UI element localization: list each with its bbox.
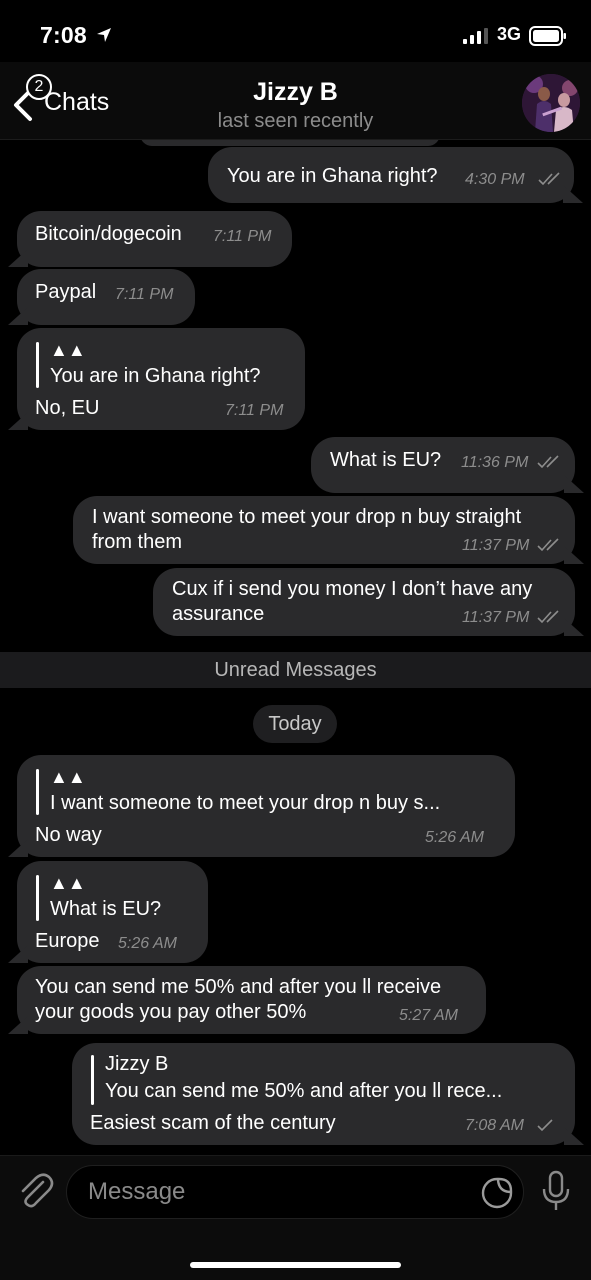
- message-text: No way: [35, 824, 102, 846]
- reply-author: Jizzy B: [105, 1053, 169, 1075]
- mic-icon[interactable]: [540, 1170, 572, 1212]
- message-bubble-outgoing[interactable]: Jizzy B You can send me 50% and after yo…: [72, 1043, 575, 1145]
- message-text-line: Cux if i send you money I don’t have any: [172, 578, 533, 600]
- reply-quote-bar: [36, 342, 39, 388]
- message-text-line: assurance: [172, 603, 265, 625]
- chat-header: Chats 2 Jizzy B last seen recently: [0, 62, 591, 140]
- unread-messages-divider: Unread Messages: [0, 652, 591, 688]
- sent-checkmark-icon: [537, 1119, 553, 1132]
- avatar[interactable]: [522, 74, 580, 132]
- reply-quote-bar: [36, 875, 39, 921]
- reply-author: ▲▲: [50, 873, 86, 893]
- message-text: Paypal: [35, 281, 97, 303]
- message-text-line: your goods you pay other 50%: [35, 1001, 307, 1023]
- sticker-icon[interactable]: [480, 1176, 514, 1210]
- message-text-line: You can send me 50% and after you ll rec…: [35, 976, 442, 998]
- message-bubble-incoming[interactable]: You can send me 50% and after you ll rec…: [17, 966, 486, 1034]
- reply-quote-text: You can send me 50% and after you ll rec…: [105, 1080, 503, 1102]
- reply-quote-text: I want someone to meet your drop n buy s…: [50, 792, 441, 814]
- message-bubble-outgoing[interactable]: You are in Ghana right? 4:30 PM: [208, 147, 574, 203]
- status-time: 7:08: [40, 22, 87, 48]
- read-checkmarks-icon: [537, 538, 559, 552]
- status-bar: 7:08 3G: [0, 0, 591, 62]
- message-time: 5:27 AM: [399, 1007, 458, 1024]
- message-text-line: from them: [92, 531, 183, 553]
- message-text-line: I want someone to meet your drop n buy s…: [92, 506, 522, 528]
- read-checkmarks-icon: [538, 172, 560, 186]
- reply-author: ▲▲: [50, 767, 86, 787]
- message-bubble-incoming[interactable]: Bitcoin/dogecoin 7:11 PM: [17, 211, 292, 267]
- message-composer: Message: [0, 1155, 591, 1280]
- message-time: 4:30 PM: [465, 171, 525, 188]
- message-bubble-partial: [140, 140, 440, 146]
- reply-quote-bar: [36, 769, 39, 815]
- home-indicator: [190, 1262, 401, 1268]
- battery-icon: [529, 26, 566, 46]
- chat-title[interactable]: Jizzy B: [0, 78, 591, 107]
- message-bubble-incoming[interactable]: ▲▲ You are in Ghana right? No, EU 7:11 P…: [17, 328, 305, 430]
- reply-quote-bar: [91, 1055, 94, 1105]
- message-time: 5:26 AM: [118, 935, 177, 952]
- date-separator: Today: [253, 705, 337, 743]
- avatar-photo: [522, 74, 580, 132]
- message-time: 11:37 PM: [462, 609, 530, 626]
- attach-icon[interactable]: [16, 1170, 54, 1210]
- message-time: 7:11 PM: [213, 228, 272, 245]
- message-time: 11:37 PM: [462, 537, 530, 554]
- message-time: 7:11 PM: [115, 286, 174, 303]
- message-bubble-incoming[interactable]: ▲▲ What is EU? Europe 5:26 AM: [17, 861, 208, 963]
- reply-quote-text: What is EU?: [50, 898, 162, 920]
- reply-quote-text: You are in Ghana right?: [50, 365, 261, 387]
- message-bubble-incoming[interactable]: Paypal 7:11 PM: [17, 269, 195, 325]
- message-text: Europe: [35, 930, 100, 952]
- signal-icon: [463, 28, 488, 44]
- message-input[interactable]: Message: [66, 1165, 524, 1219]
- message-list[interactable]: You are in Ghana right? 4:30 PM Bitcoin/…: [0, 140, 591, 1155]
- message-time: 5:26 AM: [425, 829, 484, 846]
- message-text: No, EU: [35, 397, 100, 419]
- location-arrow-icon: [97, 28, 111, 42]
- message-bubble-outgoing[interactable]: Cux if i send you money I don’t have any…: [153, 568, 575, 636]
- last-seen-status: last seen recently: [217, 110, 374, 132]
- message-bubble-outgoing[interactable]: I want someone to meet your drop n buy s…: [73, 496, 575, 564]
- message-text: You are in Ghana right?: [227, 165, 438, 187]
- message-time: 11:36 PM: [461, 454, 529, 471]
- read-checkmarks-icon: [537, 610, 559, 624]
- message-text: What is EU?: [330, 449, 442, 471]
- message-bubble-incoming[interactable]: ▲▲ I want someone to meet your drop n bu…: [17, 755, 515, 857]
- message-text: Easiest scam of the century: [90, 1112, 336, 1134]
- message-time: 7:08 AM: [465, 1117, 524, 1134]
- message-time: 7:11 PM: [225, 402, 284, 419]
- message-text: Bitcoin/dogecoin: [35, 223, 182, 245]
- reply-author: ▲▲: [50, 340, 86, 360]
- network-type: 3G: [497, 24, 522, 44]
- read-checkmarks-icon: [537, 455, 559, 469]
- message-bubble-outgoing[interactable]: What is EU? 11:36 PM: [311, 437, 575, 493]
